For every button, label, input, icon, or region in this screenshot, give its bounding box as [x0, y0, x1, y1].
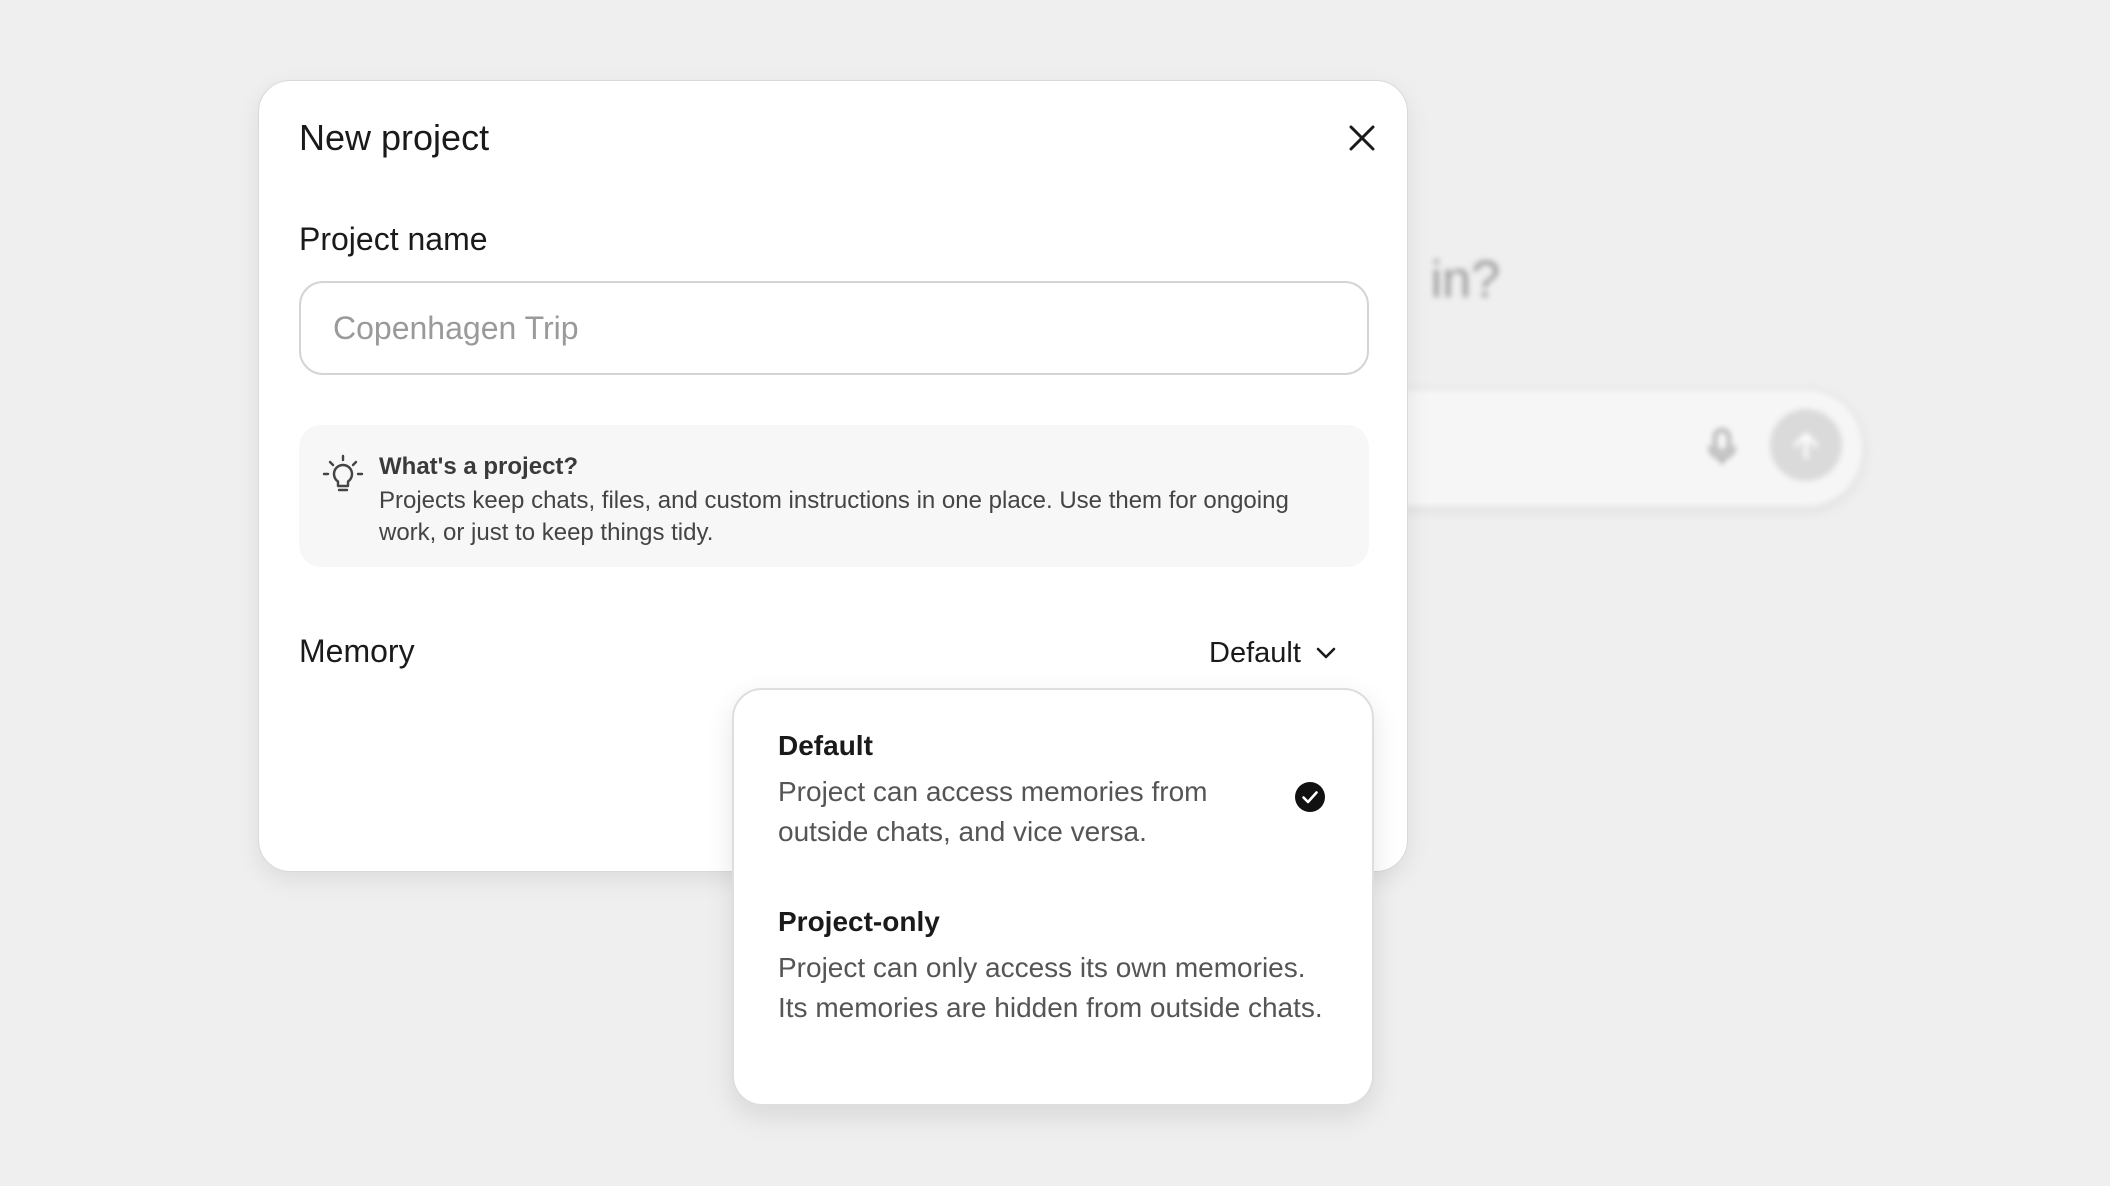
project-name-input[interactable]: [299, 281, 1369, 375]
lightbulb-icon: [321, 453, 365, 497]
option-title: Default: [778, 730, 873, 761]
memory-select-value: Default: [1209, 636, 1301, 669]
memory-dropdown-menu: Default Project can access memories from…: [732, 688, 1374, 1106]
info-title: What's a project?: [379, 453, 579, 480]
info-description: Projects keep chats, files, and custom i…: [379, 487, 1289, 546]
close-button[interactable]: [1339, 115, 1385, 161]
page: in? New project Project name Copenhagen …: [0, 0, 2110, 1186]
memory-label: Memory: [299, 633, 415, 669]
microphone-icon: [1700, 424, 1744, 468]
option-title: Project-only: [778, 906, 940, 937]
dialog-title: New project: [299, 117, 490, 158]
project-info-box: What's a project? Projects keep chats, f…: [299, 425, 1369, 567]
memory-option-default[interactable]: Default Project can access memories from…: [734, 704, 1372, 874]
memory-select[interactable]: Default: [1209, 631, 1339, 675]
close-icon: [1349, 125, 1375, 151]
option-description: Project can access memories from outside…: [778, 776, 1208, 847]
memory-option-project-only[interactable]: Project-only Project can only access its…: [734, 880, 1372, 1090]
option-description: Project can only access its own memories…: [778, 952, 1323, 1023]
send-button: [1770, 409, 1842, 481]
arrow-up-icon: [1794, 433, 1818, 459]
checkmark-circle-icon: [1295, 782, 1325, 812]
project-name-label: Project name: [299, 221, 488, 257]
chevron-down-icon: [1316, 647, 1336, 659]
